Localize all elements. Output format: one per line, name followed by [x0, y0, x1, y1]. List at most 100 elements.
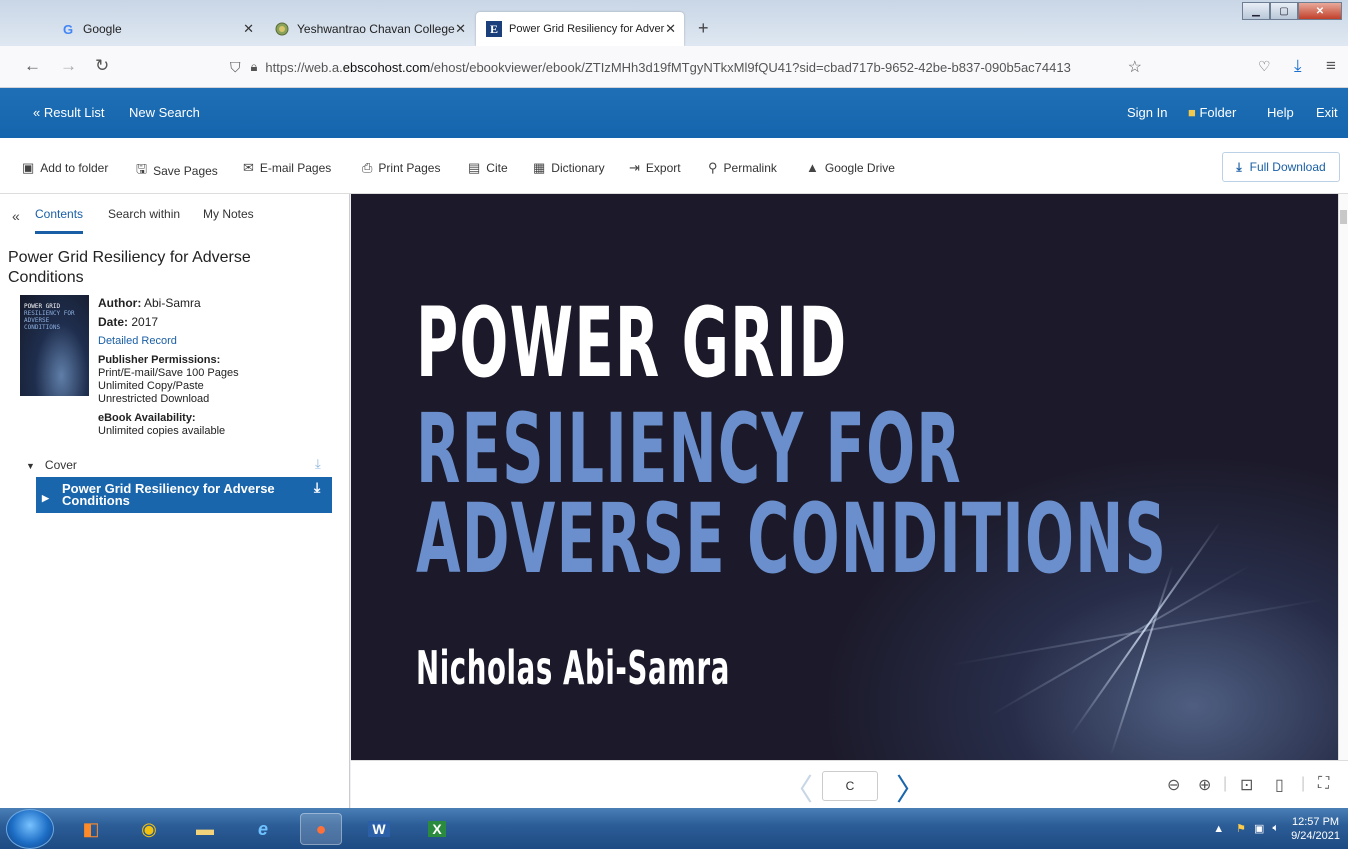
- window-close-icon[interactable]: ✕: [1298, 2, 1342, 20]
- firefox-icon[interactable]: ●: [300, 813, 342, 845]
- new-search-link[interactable]: New Search: [129, 105, 200, 120]
- show-hidden-icons-icon[interactable]: ▲: [1213, 823, 1224, 835]
- save-icon: 🖫︎: [136, 161, 148, 176]
- folder-link[interactable]: ■ Folder: [1188, 105, 1236, 120]
- action-center-icon[interactable]: ⚑: [1236, 822, 1246, 835]
- page-number-input[interactable]: C: [822, 771, 878, 801]
- ebsco-header: « Result List New Search Sign In ■ Folde…: [0, 88, 1348, 138]
- google-drive-icon: ▲: [806, 160, 819, 175]
- minimize-icon[interactable]: ▁: [1242, 2, 1270, 20]
- maximize-icon[interactable]: ▢: [1270, 2, 1298, 20]
- download-icon: ⤓: [1236, 159, 1242, 174]
- window-controls: ▁ ▢ ✕: [1242, 2, 1342, 20]
- network-icon[interactable]: ▣: [1254, 822, 1264, 835]
- google-drive-label: Google Drive: [824, 160, 895, 175]
- menu-icon[interactable]: ≡: [1326, 56, 1336, 76]
- tab-google[interactable]: G Google ✕: [50, 12, 262, 46]
- thumb-title-line2: RESILIENCY FOR ADVERSE CONDITIONS: [24, 310, 89, 331]
- cover-title-line3: ADVERSE CONDITIONS: [416, 483, 1168, 595]
- cite-button[interactable]: ▤ Cite: [468, 160, 508, 176]
- zoom-in-icon[interactable]: ⊕: [1198, 775, 1211, 795]
- divider: |: [1223, 775, 1228, 792]
- email-pages-button[interactable]: ✉ E-mail Pages: [243, 160, 331, 176]
- toc-item-cover[interactable]: ▼ Cover: [26, 458, 77, 472]
- toc-item-selected[interactable]: ▶ Power Grid Resiliency for Adverse Cond…: [36, 477, 332, 513]
- close-icon[interactable]: ✕: [243, 21, 254, 37]
- permalink-button[interactable]: ⚲ Permalink: [708, 160, 777, 176]
- help-link[interactable]: Help: [1267, 105, 1294, 120]
- ebook-page-viewer[interactable]: POWER GRID RESILIENCY FOR ADVERSE CONDIT…: [351, 194, 1338, 760]
- address-bar[interactable]: ⛉ 🔒︎ https://web.a.ebscohost.com/ehost/e…: [230, 53, 1142, 81]
- detailed-record-link[interactable]: Detailed Record: [98, 335, 177, 347]
- google-drive-button[interactable]: ▲ Google Drive: [806, 160, 895, 175]
- save-pages-button[interactable]: 🖫︎ Save Pages: [136, 160, 218, 182]
- word-icon[interactable]: W: [358, 813, 400, 845]
- excel-icon[interactable]: X: [416, 813, 458, 845]
- previous-page-icon[interactable]: 〈: [783, 765, 813, 809]
- chevron-down-icon[interactable]: ▼: [26, 461, 35, 471]
- clock-date: 9/24/2021: [1291, 829, 1340, 842]
- url-text: https://web.a.ebscohost.com/ehost/ebookv…: [265, 60, 1105, 75]
- permissions-label: Publisher Permissions:: [98, 354, 221, 366]
- new-tab-button[interactable]: +: [698, 18, 709, 39]
- start-button[interactable]: [6, 809, 54, 849]
- fit-page-icon[interactable]: ▯: [1275, 775, 1284, 795]
- fullscreen-icon[interactable]: ⛶: [1318, 775, 1329, 793]
- media-player-icon[interactable]: ◧: [70, 813, 112, 845]
- close-icon[interactable]: ✕: [665, 21, 676, 37]
- forward-arrow-icon[interactable]: →: [60, 56, 77, 76]
- book-title: Power Grid Resiliency for Adverse Condit…: [8, 249, 251, 286]
- permission-item: Unlimited Copy/Paste: [98, 380, 204, 392]
- browser-nav-bar: ← → ↻ ⛉ 🔒︎ https://web.a.ebscohost.com/e…: [0, 46, 1348, 88]
- volume-icon[interactable]: 🔈︎: [1272, 822, 1279, 835]
- download-icon[interactable]: ⤓: [315, 456, 321, 472]
- tab-search-within[interactable]: Search within: [108, 207, 180, 221]
- thumb-title-line3-text: ADVERSE CONDITIONS: [24, 317, 61, 331]
- download-icon[interactable]: ⤓: [314, 480, 320, 494]
- export-button[interactable]: ⇥ Export: [629, 160, 681, 176]
- tab-power-grid[interactable]: E Power Grid Resiliency for Adver ✕: [476, 12, 684, 46]
- print-pages-label: Print Pages: [378, 161, 441, 175]
- result-list-link[interactable]: « Result List: [33, 105, 105, 120]
- author-value: Abi-Samra: [144, 296, 201, 310]
- tab-college[interactable]: Yeshwantrao Chavan College of ✕: [264, 12, 474, 46]
- dictionary-button[interactable]: ▦ Dictionary: [533, 160, 605, 176]
- full-download-button[interactable]: ⤓ Full Download: [1222, 152, 1340, 182]
- clock[interactable]: 12:57 PM 9/24/2021: [1291, 815, 1340, 843]
- email-icon: ✉: [243, 160, 254, 175]
- availability-label: eBook Availability:: [98, 412, 196, 424]
- author-row: Author: Abi-Samra: [98, 297, 338, 310]
- close-icon[interactable]: ✕: [455, 21, 466, 37]
- folder-icon: ■: [1188, 105, 1196, 120]
- add-to-folder-button[interactable]: ▣ Add to folder: [22, 160, 108, 176]
- viewer-scrollbar[interactable]: [1338, 194, 1348, 760]
- file-explorer-icon[interactable]: ▬: [184, 813, 226, 845]
- fit-width-icon[interactable]: ⊡: [1240, 775, 1253, 795]
- next-page-icon[interactable]: 〉: [896, 765, 926, 809]
- book-cover-thumbnail[interactable]: POWER GRID RESILIENCY FOR ADVERSE CONDIT…: [20, 295, 89, 396]
- print-pages-button[interactable]: ⎙ Print Pages: [362, 160, 440, 176]
- date-row: Date: 2017: [98, 316, 338, 329]
- browser-tab-bar: G Google ✕ Yeshwantrao Chavan College of…: [0, 0, 1348, 46]
- zoom-out-icon[interactable]: ⊖: [1167, 775, 1180, 795]
- tab-my-notes[interactable]: My Notes: [203, 207, 254, 221]
- windows-taskbar: ◧ ◉ ▬ e ● W X ▲ ⚑ ▣ 🔈︎ 12:57 PM 9/24/202…: [0, 808, 1348, 849]
- cite-label: Cite: [486, 161, 508, 175]
- scrollbar-thumb[interactable]: [1340, 210, 1347, 224]
- shield-icon[interactable]: ⛉: [230, 59, 241, 76]
- back-arrow-icon[interactable]: ←: [24, 56, 41, 76]
- lock-icon: 🔒︎: [250, 59, 258, 74]
- sign-in-link[interactable]: Sign In: [1127, 105, 1167, 120]
- book-metadata: Author: Abi-Samra Date: 2017 Detailed Re…: [98, 297, 338, 438]
- reload-icon[interactable]: ↻: [95, 56, 109, 76]
- exit-link[interactable]: Exit: [1316, 105, 1338, 120]
- pocket-icon[interactable]: ♡: [1258, 58, 1271, 75]
- permalink-label: Permalink: [723, 161, 777, 175]
- downloads-icon[interactable]: ⤓: [1294, 56, 1302, 76]
- chrome-icon[interactable]: ◉: [128, 813, 170, 845]
- internet-explorer-icon[interactable]: e: [242, 813, 284, 845]
- collapse-sidebar-button[interactable]: «: [12, 208, 20, 224]
- bookmark-star-icon[interactable]: ☆: [1128, 57, 1142, 77]
- tab-contents[interactable]: Contents: [35, 207, 84, 234]
- chevron-right-icon[interactable]: ▶: [42, 492, 49, 504]
